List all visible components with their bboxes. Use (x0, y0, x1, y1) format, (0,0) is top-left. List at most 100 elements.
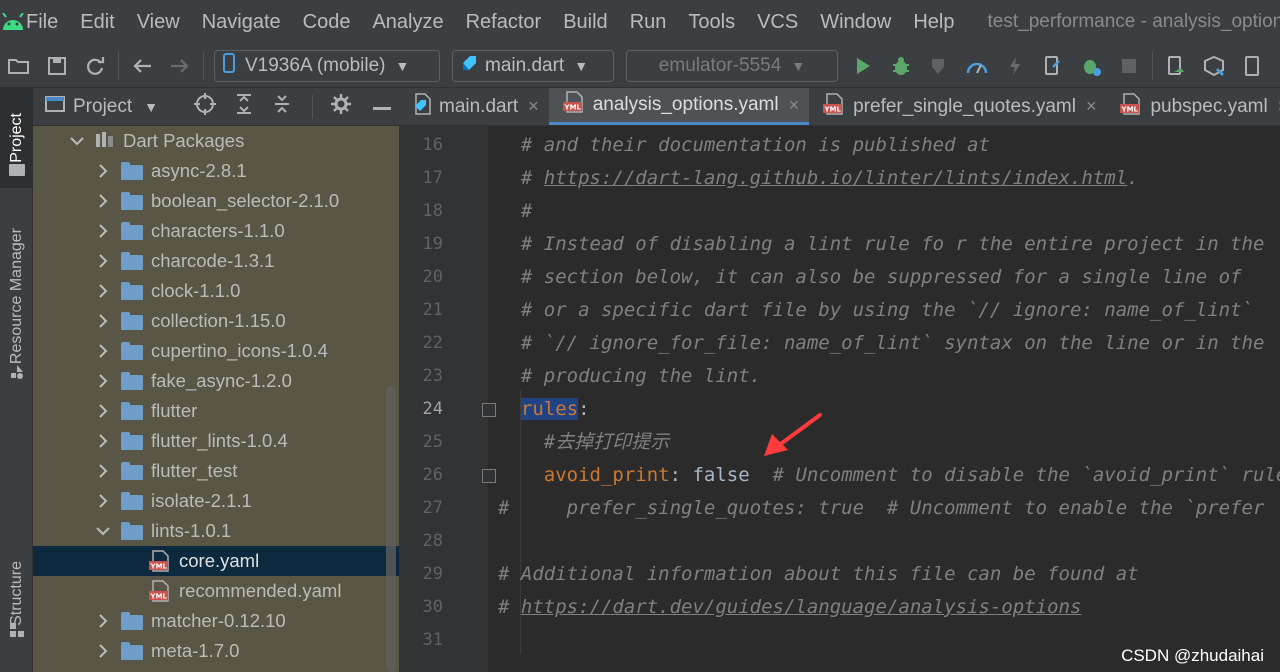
debug-attach-icon[interactable] (1072, 44, 1110, 87)
code-line[interactable]: # section below, it can also be suppress… (498, 261, 1242, 294)
menu-view[interactable]: View (126, 0, 191, 44)
chevron-right-icon[interactable] (95, 396, 111, 426)
tree-folder-row[interactable]: meta-1.7.0 (33, 636, 399, 666)
editor-tab[interactable]: YML analysis_options.yaml × (548, 88, 810, 125)
close-tab-icon[interactable]: × (528, 96, 539, 117)
menu-vcs[interactable]: VCS (746, 0, 809, 44)
gear-icon[interactable] (331, 94, 351, 119)
chevron-down-icon[interactable] (95, 516, 111, 546)
fold-marker-icon[interactable] (482, 403, 496, 417)
chevron-right-icon[interactable] (95, 486, 111, 516)
code-line[interactable]: #去掉打印提示 (498, 426, 669, 459)
code-line[interactable]: # and their documentation is published a… (498, 129, 990, 162)
tree-folder-row[interactable]: boolean_selector-2.1.0 (33, 186, 399, 216)
menu-refactor[interactable]: Refactor (455, 0, 553, 44)
layout-inspector-icon[interactable] (1233, 44, 1271, 87)
code-line[interactable]: # Instead of disabling a lint rule fo r … (498, 228, 1265, 261)
device-selector[interactable]: V1936A (mobile) ▼ (214, 49, 440, 82)
svg-text:YML: YML (150, 563, 168, 571)
tree-folder-row[interactable]: collection-1.15.0 (33, 306, 399, 336)
chevron-right-icon[interactable] (95, 156, 111, 186)
tree-file-row[interactable]: YML core.yaml (33, 546, 399, 576)
tree-folder-row[interactable]: flutter (33, 396, 399, 426)
chevron-right-icon[interactable] (95, 276, 111, 306)
back-arrow-icon[interactable] (123, 44, 161, 87)
code-line[interactable]: # (498, 195, 532, 228)
menu-help[interactable]: Help (902, 0, 965, 44)
save-all-icon[interactable] (38, 44, 76, 87)
chevron-right-icon[interactable] (95, 456, 111, 486)
code-line[interactable]: rules: (498, 393, 590, 426)
chevron-right-icon[interactable] (95, 606, 111, 636)
stop-icon[interactable] (1110, 44, 1148, 87)
editor-tab[interactable]: YML prefer_single_quotes.yaml × (809, 88, 1106, 125)
sync-icon[interactable] (76, 44, 114, 87)
chevron-right-icon[interactable] (95, 246, 111, 276)
code-line[interactable]: # https://dart.dev/guides/language/analy… (498, 591, 1081, 624)
chevron-right-icon[interactable] (95, 186, 111, 216)
project-tree-scrollbar[interactable] (386, 386, 396, 672)
code-line[interactable]: # `// ignore_for_file: name_of_lint` syn… (498, 327, 1265, 360)
editor-tab[interactable]: YMLpubspec.yaml× (1106, 88, 1280, 125)
chevron-right-icon[interactable] (95, 426, 111, 456)
project-view-selector[interactable]: Project (73, 96, 132, 118)
tree-folder-row[interactable]: characters-1.1.0 (33, 216, 399, 246)
chevron-right-icon[interactable] (95, 366, 111, 396)
code-line[interactable]: # prefer_single_quotes: true # Uncomment… (498, 492, 1264, 525)
sdk-manager-icon[interactable] (1195, 44, 1233, 87)
resource-manager-tool-tab[interactable]: Resource Manager (0, 206, 33, 386)
code-line[interactable]: # or a specific dart file by using the `… (498, 294, 1253, 327)
tree-folder-row[interactable]: async-2.8.1 (33, 156, 399, 186)
menu-edit[interactable]: Edit (69, 0, 125, 44)
chevron-down-icon[interactable]: ▼ (144, 99, 158, 115)
chevron-right-icon[interactable] (95, 336, 111, 366)
device-manager-icon[interactable] (1157, 44, 1195, 87)
forward-arrow-icon[interactable] (161, 44, 199, 87)
chevron-down-icon[interactable] (69, 126, 85, 156)
menu-code[interactable]: Code (292, 0, 362, 44)
tree-folder-row[interactable]: lints-1.0.1 (33, 516, 399, 546)
code-line[interactable]: # producing the lint. (498, 360, 761, 393)
tree-folder-row[interactable]: matcher-0.12.10 (33, 606, 399, 636)
locate-file-icon[interactable] (194, 93, 216, 120)
code-line[interactable]: # Additional information about this file… (498, 558, 1139, 591)
menu-build[interactable]: Build (552, 0, 618, 44)
chevron-right-icon[interactable] (95, 216, 111, 246)
tree-folder-row[interactable]: flutter_lints-1.0.4 (33, 426, 399, 456)
attach-debugger-icon[interactable] (1034, 44, 1072, 87)
tree-folder-row[interactable]: charcode-1.3.1 (33, 246, 399, 276)
menu-window[interactable]: Window (809, 0, 902, 44)
run-config-selector[interactable]: main.dart ▼ (452, 49, 614, 82)
tree-folder-row[interactable]: cupertino_icons-1.0.4 (33, 336, 399, 366)
open-folder-icon[interactable] (0, 44, 38, 87)
tree-file-row[interactable]: YML recommended.yaml (33, 576, 399, 606)
profiler-icon[interactable] (958, 44, 996, 87)
menu-file[interactable]: File (26, 0, 69, 44)
debug-icon[interactable] (882, 44, 920, 87)
menu-analyze[interactable]: Analyze (361, 0, 454, 44)
menu-navigate[interactable]: Navigate (191, 0, 292, 44)
run-with-coverage-icon[interactable] (920, 44, 958, 87)
tree-folder-row[interactable]: flutter_test (33, 456, 399, 486)
tree-folder-row[interactable]: Dart Packages (33, 126, 399, 156)
code-line[interactable]: avoid_print: false # Uncomment to disabl… (498, 459, 1280, 492)
code-line[interactable]: # https://dart-lang.github.io/linter/lin… (498, 162, 1139, 195)
code-editor[interactable]: 16 17 18 19 20 21 22 23 24 25 26 27 28 29 30 31 # and t… (399, 126, 1280, 672)
run-icon[interactable] (844, 44, 882, 87)
fold-marker-icon[interactable] (482, 469, 496, 483)
tree-folder-row[interactable]: clock-1.1.0 (33, 276, 399, 306)
chevron-right-icon[interactable] (95, 306, 111, 336)
expand-all-icon[interactable] (234, 93, 254, 120)
collapse-all-icon[interactable] (272, 93, 292, 120)
tree-folder-row[interactable]: fake_async-1.2.0 (33, 366, 399, 396)
apply-changes-icon[interactable] (996, 44, 1034, 87)
editor-tab[interactable]: main.dart × (399, 88, 549, 125)
tree-folder-row[interactable]: isolate-2.1.1 (33, 486, 399, 516)
close-tab-icon[interactable]: × (789, 95, 800, 116)
minimize-panel-icon[interactable] (373, 98, 391, 116)
menu-run[interactable]: Run (619, 0, 678, 44)
chevron-right-icon[interactable] (95, 636, 111, 666)
close-tab-icon[interactable]: × (1086, 96, 1097, 117)
emulator-selector[interactable]: emulator-5554 ▼ (626, 49, 838, 82)
menu-tools[interactable]: Tools (677, 0, 746, 44)
